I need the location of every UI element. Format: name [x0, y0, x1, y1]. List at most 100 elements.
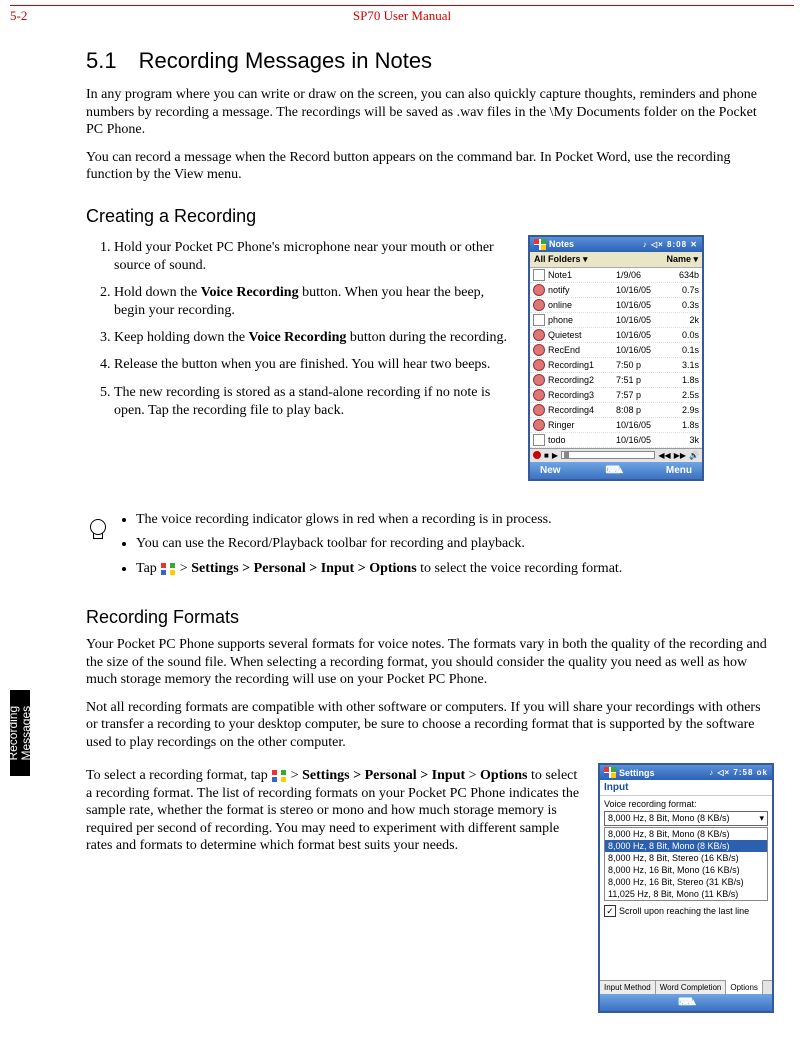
notes-titlebar: Notes ♪ ◁× 8:08 ✕: [530, 237, 702, 252]
format-option: 8,000 Hz, 8 Bit, Mono (8 KB/s): [605, 840, 767, 852]
formats-para-3: To select a recording format, tap > Sett…: [86, 767, 584, 855]
file-name: Note1: [548, 270, 613, 280]
section-heading: 5.1 Recording Messages in Notes: [86, 48, 774, 74]
step-2: Hold down the Voice Recording button. Wh…: [114, 284, 514, 320]
section-tab-label: Recording Messages: [7, 706, 33, 761]
subheading-formats: Recording Formats: [86, 607, 774, 628]
section-tab: Recording Messages: [10, 690, 30, 776]
file-name: Recording4: [548, 405, 613, 415]
file-icon: [533, 269, 545, 281]
record-icon: [533, 451, 541, 459]
screenshot-notes: Notes ♪ ◁× 8:08 ✕ All Folders ▾ Name ▾ N…: [528, 235, 704, 481]
file-icon: [533, 359, 545, 371]
file-size: 0.0s: [669, 330, 699, 340]
playback-toolbar: ■ ▶ ◀◀ ▶▶ 🔊: [530, 448, 702, 462]
notes-title: Notes: [549, 239, 574, 249]
tip-1: The voice recording indicator glows in r…: [136, 511, 622, 530]
file-date: 10/16/05: [616, 420, 666, 430]
lightbulb-icon: [86, 513, 108, 541]
tip-3: Tap > Settings > Personal > Input > Opti…: [136, 560, 622, 579]
play-icon: ▶: [552, 451, 558, 460]
file-date: 8:08 p: [616, 405, 666, 415]
file-date: 7:57 p: [616, 390, 666, 400]
file-date: 1/9/06: [616, 270, 666, 280]
list-item: Recording27:51 p1.8s: [530, 373, 702, 388]
file-name: phone: [548, 315, 613, 325]
file-size: 0.3s: [669, 300, 699, 310]
playback-slider: [561, 451, 655, 459]
top-rule: [10, 5, 794, 6]
sort-column: Name ▾: [666, 254, 698, 265]
start-icon: [604, 767, 616, 778]
start-icon: [161, 563, 175, 575]
file-date: 7:51 p: [616, 375, 666, 385]
file-icon: [533, 314, 545, 326]
step-4: Release the button when you are finished…: [114, 356, 514, 374]
start-icon: [534, 239, 546, 250]
format-option: 8,000 Hz, 8 Bit, Mono (8 KB/s): [605, 828, 767, 840]
speaker-icon: 🔊: [689, 451, 699, 460]
file-name: online: [548, 300, 613, 310]
notes-list: Note11/9/06634bnotify10/16/050.7sonline1…: [530, 268, 702, 448]
file-name: Recording2: [548, 375, 613, 385]
file-icon: [533, 389, 545, 401]
file-size: 2.5s: [669, 390, 699, 400]
intro-para-2: You can record a message when the Record…: [86, 149, 774, 184]
list-item: Recording48:08 p2.9s: [530, 403, 702, 418]
format-option: 8,000 Hz, 16 Bit, Stereo (31 KB/s): [605, 876, 767, 888]
start-icon: [272, 770, 286, 782]
file-icon: [533, 329, 545, 341]
list-item: Note11/9/06634b: [530, 268, 702, 283]
file-date: 10/16/05: [616, 315, 666, 325]
file-name: RecEnd: [548, 345, 613, 355]
file-name: Quietest: [548, 330, 613, 340]
file-date: 10/16/05: [616, 435, 666, 445]
scroll-checkbox-label: Scroll upon reaching the last line: [619, 906, 749, 916]
checkbox-icon: ✓: [604, 905, 616, 917]
prev-icon: ◀◀: [658, 451, 670, 460]
format-option: 8,000 Hz, 16 Bit, Mono (16 KB/s): [605, 864, 767, 876]
settings-softkeys: ⌨▴: [600, 994, 772, 1011]
settings-titlebar: Settings ♪ ◁× 7:58 ok: [600, 765, 772, 780]
formats-para-2: Not all recording formats are compatible…: [86, 699, 774, 752]
titlebar-status: ♪ ◁× 7:58 ok: [709, 768, 768, 777]
list-item: phone10/16/052k: [530, 313, 702, 328]
subheading-creating: Creating a Recording: [86, 206, 774, 227]
titlebar-status: ♪ ◁× 8:08 ✕: [643, 240, 698, 249]
list-item: todo10/16/053k: [530, 433, 702, 448]
tips-list: The voice recording indicator glows in r…: [118, 511, 622, 586]
formats-para-1: Your Pocket PC Phone supports several fo…: [86, 636, 774, 689]
file-size: 2k: [669, 315, 699, 325]
settings-title: Settings: [619, 768, 655, 778]
list-item: RecEnd10/16/050.1s: [530, 343, 702, 358]
page-content: 5.1 Recording Messages in Notes In any p…: [86, 40, 774, 1013]
notes-list-header: All Folders ▾ Name ▾: [530, 252, 702, 268]
tab-input-method: Input Method: [600, 981, 656, 994]
file-icon: [533, 374, 545, 386]
keyboard-icon: ⌨▴: [606, 465, 621, 476]
file-date: 10/16/05: [616, 300, 666, 310]
format-option: 11,025 Hz, 8 Bit, Mono (11 KB/s): [605, 888, 767, 900]
file-date: 10/16/05: [616, 285, 666, 295]
intro-para-1: In any program where you can write or dr…: [86, 86, 774, 139]
file-icon: [533, 419, 545, 431]
keyboard-icon: ⌨▴: [678, 997, 693, 1008]
step-3: Keep holding down the Voice Recording bu…: [114, 329, 514, 347]
tips-block: The voice recording indicator glows in r…: [86, 511, 774, 586]
format-label: Voice recording format:: [604, 799, 768, 809]
file-size: 3.1s: [669, 360, 699, 370]
softkey-new: New: [540, 465, 561, 476]
list-item: Recording17:50 p3.1s: [530, 358, 702, 373]
step-1: Hold your Pocket PC Phone's microphone n…: [114, 239, 514, 275]
scroll-checkbox-row: ✓ Scroll upon reaching the last line: [604, 905, 768, 917]
tab-options: Options: [726, 980, 763, 994]
steps-list: Hold your Pocket PC Phone's microphone n…: [86, 239, 514, 430]
settings-tabs: Input Method Word Completion Options: [600, 980, 772, 994]
file-size: 0.7s: [669, 285, 699, 295]
file-icon: [533, 344, 545, 356]
screenshot-settings: Settings ♪ ◁× 7:58 ok Input Voice record…: [598, 763, 774, 1013]
list-item: Ringer10/16/051.8s: [530, 418, 702, 433]
folder-dropdown: All Folders ▾: [534, 254, 588, 265]
next-icon: ▶▶: [674, 451, 686, 460]
file-name: Ringer: [548, 420, 613, 430]
